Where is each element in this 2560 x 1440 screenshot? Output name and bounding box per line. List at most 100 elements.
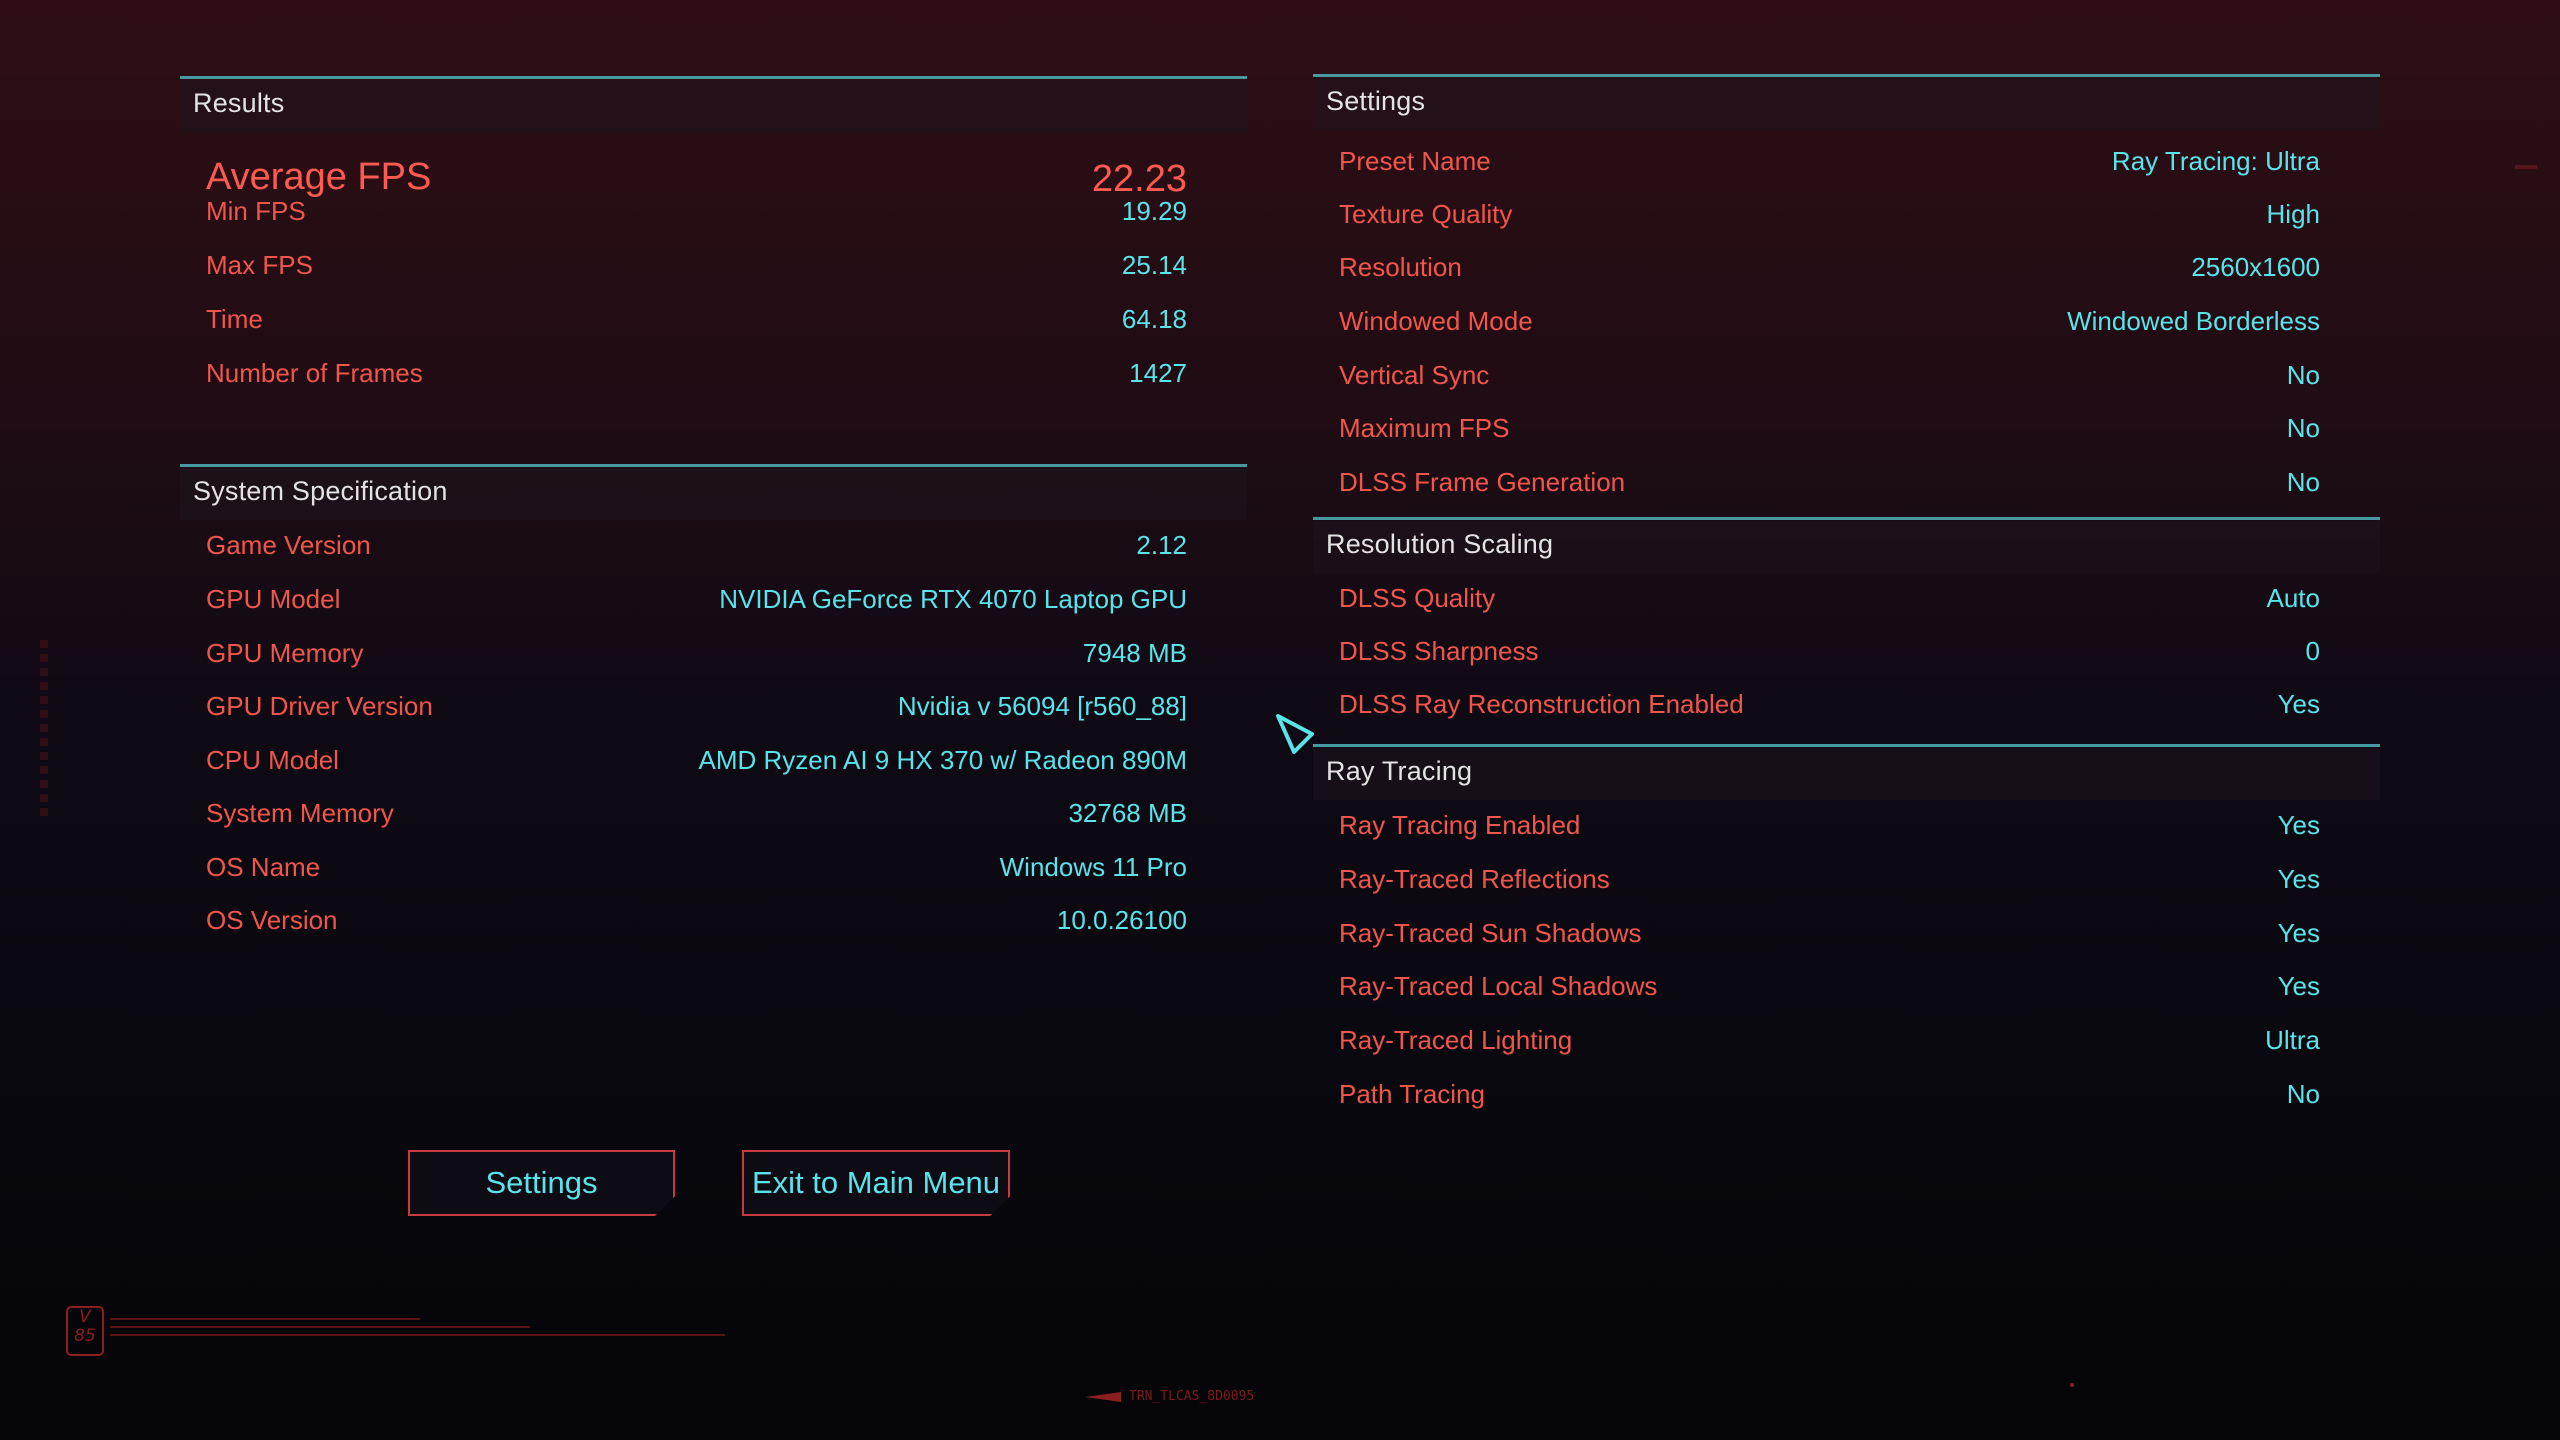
badge-top: V (79, 1307, 91, 1327)
spec-value: AMD Ryzen AI 9 HX 370 w/ Radeon 890M (698, 745, 1187, 775)
setting-row: Ray-Traced Sun Shadows Yes (1313, 914, 2380, 954)
setting-row: Maximum FPS No (1313, 409, 2380, 449)
setting-value: Yes (2277, 810, 2320, 840)
deco-dot (2070, 1383, 2074, 1387)
stat-row: Time 64.18 (180, 300, 1247, 340)
section-title: Resolution Scaling (1326, 529, 1554, 559)
spec-label: CPU Model (206, 745, 339, 775)
setting-value: 2560x1600 (2191, 252, 2320, 282)
section-divider (1313, 517, 2380, 520)
setting-row: Resolution 2560x1600 (1313, 248, 2380, 288)
trace-code: TRN_TLCAS_8D0095 (1129, 1389, 1255, 1404)
setting-value: No (2286, 467, 2320, 497)
settings-button-label: Settings (485, 1165, 598, 1200)
button-corner-accent (989, 1204, 1012, 1227)
setting-value: No (2286, 413, 2320, 443)
stat-label: Min FPS (206, 196, 306, 226)
section-header: System Specification (180, 468, 1247, 520)
setting-label: Ray-Traced Local Shadows (1339, 971, 1658, 1001)
button-corner-accent (654, 1204, 677, 1227)
setting-value: Ultra (2265, 1025, 2320, 1055)
section-header: Resolution Scaling (1313, 521, 2380, 573)
setting-label: Ray-Traced Lighting (1339, 1025, 1573, 1055)
setting-value: Yes (2277, 689, 2320, 719)
setting-label: Windowed Mode (1339, 306, 1533, 336)
setting-value: Windowed Borderless (2067, 306, 2320, 336)
spec-label: System Memory (206, 798, 394, 828)
setting-row: DLSS Frame Generation No (1313, 463, 2380, 503)
spec-row: GPU Memory 7948 MB (180, 634, 1247, 674)
setting-value: Auto (2266, 583, 2321, 613)
section-divider (180, 76, 1247, 79)
spec-label: Game Version (206, 530, 371, 560)
spec-row: OS Name Windows 11 Pro (180, 848, 1247, 888)
spec-value: 7948 MB (1082, 638, 1187, 668)
setting-label: Maximum FPS (1339, 413, 1510, 443)
setting-value: Ray Tracing: Ultra (2111, 146, 2320, 176)
spec-value: Windows 11 Pro (999, 852, 1187, 882)
setting-row: Ray-Traced Lighting Ultra (1313, 1021, 2380, 1061)
spec-label: OS Version (206, 905, 338, 935)
exit-button-label: Exit to Main Menu (751, 1165, 1001, 1200)
spec-label: OS Name (206, 852, 321, 882)
section-title: Results (193, 88, 285, 118)
setting-label: Vertical Sync (1339, 360, 1490, 390)
spec-value: Nvidia v 56094 [r560_88] (897, 691, 1187, 721)
stat-row: Max FPS 25.14 (180, 246, 1247, 286)
spec-row: Game Version 2.12 (180, 526, 1247, 566)
setting-row: DLSS Quality Auto (1313, 579, 2380, 619)
stat-row: Min FPS 19.29 (180, 192, 1247, 232)
setting-label: Texture Quality (1339, 199, 1513, 229)
spec-row: OS Version 10.0.26100 (180, 901, 1247, 941)
setting-row: DLSS Ray Reconstruction Enabled Yes (1313, 685, 2380, 725)
spec-row: CPU Model AMD Ryzen AI 9 HX 370 w/ Radeon… (180, 741, 1247, 781)
section-divider (1313, 744, 2380, 747)
setting-row: Ray-Traced Reflections Yes (1313, 860, 2380, 900)
setting-row: Vertical Sync No (1313, 356, 2380, 396)
exit-to-main-menu-button[interactable]: Exit to Main Menu (742, 1150, 1010, 1216)
setting-row: Ray-Traced Local Shadows Yes (1313, 967, 2380, 1007)
arrow-icon (1085, 1391, 1121, 1402)
setting-label: DLSS Sharpness (1339, 636, 1539, 666)
setting-value: High (2266, 199, 2320, 229)
spec-value: NVIDIA GeForce RTX 4070 Laptop GPU (719, 584, 1187, 614)
settings-section: Settings Preset Name Ray Tracing: Ultra T… (1313, 74, 2380, 514)
setting-value: No (2286, 1079, 2320, 1109)
spec-value: 10.0.26100 (1056, 905, 1187, 935)
setting-label: DLSS Quality (1339, 583, 1496, 613)
stat-value: 64.18 (1121, 304, 1187, 334)
setting-row: DLSS Sharpness 0 (1313, 632, 2380, 672)
setting-label: Preset Name (1339, 146, 1491, 176)
stat-label: Time (206, 304, 263, 334)
bottom-code: TRN_TLCAS_8D0095 (1085, 1389, 1254, 1404)
resolution-scaling-section: Resolution Scaling DLSS Quality Auto DLSS… (1313, 517, 2380, 737)
setting-label: Ray-Traced Sun Shadows (1339, 918, 1642, 948)
spec-label: GPU Model (206, 584, 341, 614)
mouse-cursor-icon (1276, 714, 1314, 754)
spec-row: System Memory 32768 MB (180, 794, 1247, 834)
stat-row: Number of Frames 1427 (180, 354, 1247, 394)
stat-label: Number of Frames (206, 358, 423, 388)
setting-label: Ray-Traced Reflections (1339, 864, 1610, 894)
setting-row: Path Tracing No (1313, 1075, 2380, 1115)
spec-value: 32768 MB (1068, 798, 1187, 828)
spec-row: GPU Model NVIDIA GeForce RTX 4070 Laptop … (180, 580, 1247, 620)
section-divider (180, 464, 1247, 467)
system-spec-section: System Specification Game Version 2.12 GP… (180, 464, 1247, 954)
settings-button[interactable]: Settings (408, 1150, 675, 1216)
stat-label: Max FPS (206, 250, 313, 280)
spec-value: 2.12 (1136, 530, 1187, 560)
setting-value: Yes (2277, 864, 2320, 894)
stat-value: 1427 (1129, 358, 1187, 388)
setting-row: Windowed Mode Windowed Borderless (1313, 302, 2380, 342)
left-edge-decoration (40, 640, 48, 820)
stat-value: 25.14 (1121, 250, 1187, 280)
section-header: Ray Tracing (1313, 748, 2380, 800)
section-header: Results (180, 80, 1247, 132)
legal-fine-print (110, 1318, 730, 1336)
top-right-deco (2515, 165, 2537, 169)
setting-value: No (2286, 360, 2320, 390)
setting-row: Ray Tracing Enabled Yes (1313, 806, 2380, 846)
spec-label: GPU Driver Version (206, 691, 433, 721)
setting-row: Preset Name Ray Tracing: Ultra (1313, 142, 2380, 182)
